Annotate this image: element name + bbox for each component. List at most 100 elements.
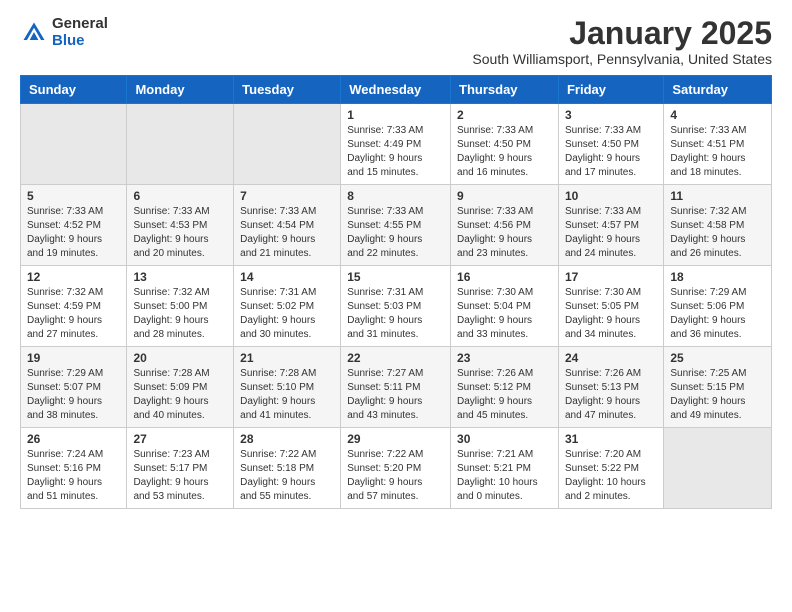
header-tuesday: Tuesday [234,76,341,104]
calendar-cell: 11 Sunrise: 7:32 AM Sunset: 4:58 PM Dayli… [664,185,772,266]
day-info: Sunrise: 7:33 AM Sunset: 4:54 PM Dayligh… [240,205,334,261]
calendar-cell: 10Sunrise: 7:33 AM Sunset: 4:57 PM Dayli… [558,185,663,266]
calendar-cell: 13 Sunrise: 7:32 AM Sunset: 5:00 PM Dayli… [127,266,234,347]
logo-icon [20,19,48,47]
day-info: Sunrise: 7:32 AM Sunset: 4:58 PM Dayligh… [670,205,765,261]
calendar-cell: 14 Sunrise: 7:31 AM Sunset: 5:02 PM Dayli… [234,266,341,347]
calendar-cell: 9Sunrise: 7:33 AM Sunset: 4:56 PM Daylig… [451,185,559,266]
month-title: January 2025 [472,16,772,51]
day-info: Sunrise: 7:28 AM Sunset: 5:10 PM Dayligh… [240,367,334,423]
header-sunday: Sunday [21,76,127,104]
day-number: 20 [133,351,227,365]
calendar-cell: 25Sunrise: 7:25 AM Sunset: 5:15 PM Dayli… [664,347,772,428]
day-number: 23 [457,351,552,365]
day-info: Sunrise: 7:33 AM Sunset: 4:50 PM Dayligh… [457,124,552,180]
day-info: Sunrise: 7:26 AM Sunset: 5:12 PM Dayligh… [457,367,552,423]
day-info: Sunrise: 7:33 AM Sunset: 4:51 PM Dayligh… [670,124,765,180]
title-block: January 2025 South Williamsport, Pennsyl… [472,16,772,67]
calendar-week-row: 19 Sunrise: 7:29 AM Sunset: 5:07 PM Dayli… [21,347,772,428]
day-info: Sunrise: 7:33 AM Sunset: 4:49 PM Dayligh… [347,124,444,180]
day-number: 15 [347,270,444,284]
day-info: Sunrise: 7:22 AM Sunset: 5:18 PM Dayligh… [240,448,334,504]
calendar-page: General Blue January 2025 South Williams… [0,0,792,525]
calendar-cell: 4 Sunrise: 7:33 AM Sunset: 4:51 PM Daylig… [664,104,772,185]
header-friday: Friday [558,76,663,104]
day-number: 30 [457,432,552,446]
day-number: 3 [565,108,657,122]
calendar-cell: 12Sunrise: 7:32 AM Sunset: 4:59 PM Dayli… [21,266,127,347]
calendar-cell: 21 Sunrise: 7:28 AM Sunset: 5:10 PM Dayli… [234,347,341,428]
day-number: 16 [457,270,552,284]
day-number: 11 [670,189,765,203]
calendar-cell: 19 Sunrise: 7:29 AM Sunset: 5:07 PM Dayli… [21,347,127,428]
day-info: Sunrise: 7:20 AM Sunset: 5:22 PM Dayligh… [565,448,657,504]
day-number: 13 [133,270,227,284]
calendar-cell: 26 Sunrise: 7:24 AM Sunset: 5:16 PM Dayli… [21,428,127,509]
logo-general-text: General [52,16,108,33]
day-info: Sunrise: 7:29 AM Sunset: 5:06 PM Dayligh… [670,286,765,342]
calendar-header-row: SundayMondayTuesdayWednesdayThursdayFrid… [21,76,772,104]
calendar-cell: 15 Sunrise: 7:31 AM Sunset: 5:03 PM Dayli… [341,266,451,347]
calendar-cell: 23 Sunrise: 7:26 AM Sunset: 5:12 PM Dayli… [451,347,559,428]
day-info: Sunrise: 7:21 AM Sunset: 5:21 PM Dayligh… [457,448,552,504]
day-number: 24 [565,351,657,365]
calendar-cell: 27Sunrise: 7:23 AM Sunset: 5:17 PM Dayli… [127,428,234,509]
calendar-cell: 5 Sunrise: 7:33 AM Sunset: 4:52 PM Daylig… [21,185,127,266]
day-info: Sunrise: 7:33 AM Sunset: 4:52 PM Dayligh… [27,205,120,261]
day-info: Sunrise: 7:30 AM Sunset: 5:05 PM Dayligh… [565,286,657,342]
header-saturday: Saturday [664,76,772,104]
calendar-week-row: 12Sunrise: 7:32 AM Sunset: 4:59 PM Dayli… [21,266,772,347]
calendar-table: SundayMondayTuesdayWednesdayThursdayFrid… [20,75,772,509]
day-number: 14 [240,270,334,284]
day-number: 17 [565,270,657,284]
day-number: 8 [347,189,444,203]
day-info: Sunrise: 7:30 AM Sunset: 5:04 PM Dayligh… [457,286,552,342]
calendar-cell: 18Sunrise: 7:29 AM Sunset: 5:06 PM Dayli… [664,266,772,347]
day-number: 5 [27,189,120,203]
day-number: 12 [27,270,120,284]
day-info: Sunrise: 7:24 AM Sunset: 5:16 PM Dayligh… [27,448,120,504]
header-monday: Monday [127,76,234,104]
day-info: Sunrise: 7:31 AM Sunset: 5:03 PM Dayligh… [347,286,444,342]
calendar-cell: 29 Sunrise: 7:22 AM Sunset: 5:20 PM Dayli… [341,428,451,509]
calendar-cell: 22Sunrise: 7:27 AM Sunset: 5:11 PM Dayli… [341,347,451,428]
day-info: Sunrise: 7:33 AM Sunset: 4:53 PM Dayligh… [133,205,227,261]
calendar-cell: 28 Sunrise: 7:22 AM Sunset: 5:18 PM Dayli… [234,428,341,509]
calendar-week-row: 26 Sunrise: 7:24 AM Sunset: 5:16 PM Dayli… [21,428,772,509]
day-number: 29 [347,432,444,446]
calendar-cell: 31Sunrise: 7:20 AM Sunset: 5:22 PM Dayli… [558,428,663,509]
day-info: Sunrise: 7:31 AM Sunset: 5:02 PM Dayligh… [240,286,334,342]
calendar-week-row: 5 Sunrise: 7:33 AM Sunset: 4:52 PM Daylig… [21,185,772,266]
calendar-cell: 20Sunrise: 7:28 AM Sunset: 5:09 PM Dayli… [127,347,234,428]
calendar-cell [234,104,341,185]
calendar-cell: 7 Sunrise: 7:33 AM Sunset: 4:54 PM Daylig… [234,185,341,266]
day-number: 4 [670,108,765,122]
day-number: 28 [240,432,334,446]
day-number: 21 [240,351,334,365]
calendar-cell: 17 Sunrise: 7:30 AM Sunset: 5:05 PM Dayli… [558,266,663,347]
day-number: 22 [347,351,444,365]
logo: General Blue [20,16,108,49]
day-info: Sunrise: 7:29 AM Sunset: 5:07 PM Dayligh… [27,367,120,423]
page-header: General Blue January 2025 South Williams… [20,16,772,67]
day-number: 1 [347,108,444,122]
day-info: Sunrise: 7:25 AM Sunset: 5:15 PM Dayligh… [670,367,765,423]
calendar-cell: 1 Sunrise: 7:33 AM Sunset: 4:49 PM Daylig… [341,104,451,185]
day-info: Sunrise: 7:23 AM Sunset: 5:17 PM Dayligh… [133,448,227,504]
day-info: Sunrise: 7:32 AM Sunset: 5:00 PM Dayligh… [133,286,227,342]
calendar-cell [664,428,772,509]
logo-text: General Blue [52,16,108,49]
calendar-cell: 16 Sunrise: 7:30 AM Sunset: 5:04 PM Dayli… [451,266,559,347]
calendar-cell: 3Sunrise: 7:33 AM Sunset: 4:50 PM Daylig… [558,104,663,185]
day-number: 26 [27,432,120,446]
calendar-cell [21,104,127,185]
header-wednesday: Wednesday [341,76,451,104]
calendar-cell: 2Sunrise: 7:33 AM Sunset: 4:50 PM Daylig… [451,104,559,185]
day-number: 7 [240,189,334,203]
day-info: Sunrise: 7:33 AM Sunset: 4:57 PM Dayligh… [565,205,657,261]
day-info: Sunrise: 7:22 AM Sunset: 5:20 PM Dayligh… [347,448,444,504]
location-title: South Williamsport, Pennsylvania, United… [472,51,772,67]
calendar-cell: 8Sunrise: 7:33 AM Sunset: 4:55 PM Daylig… [341,185,451,266]
day-info: Sunrise: 7:33 AM Sunset: 4:56 PM Dayligh… [457,205,552,261]
day-number: 19 [27,351,120,365]
